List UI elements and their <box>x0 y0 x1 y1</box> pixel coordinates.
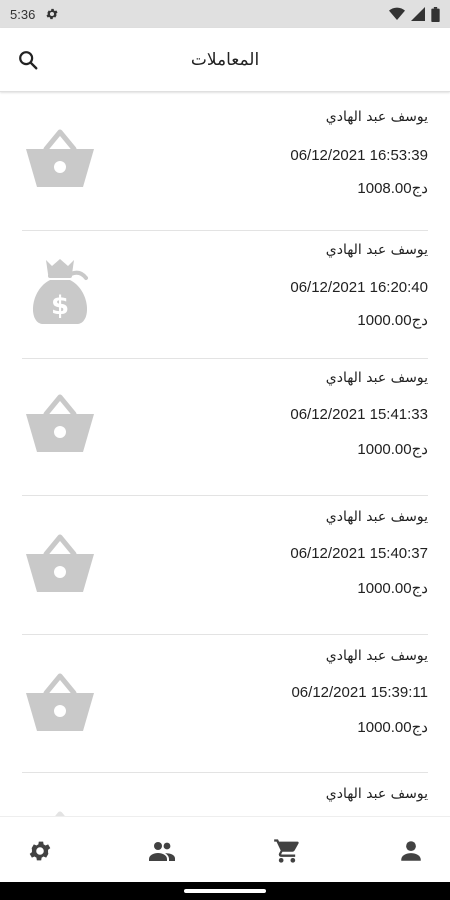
transaction-amount: 1000.00دج <box>357 719 428 736</box>
transaction-amount: 1000.00دج <box>357 441 428 458</box>
transaction-item[interactable]: يوسف عبد الهادي <box>0 772 450 816</box>
transaction-item[interactable]: يوسف عبد الهادي 06/12/2021 15:40:37 1000… <box>0 495 450 634</box>
basket-icon <box>26 129 94 187</box>
bottom-navigation <box>0 816 450 882</box>
money-bag-icon: $ <box>32 259 88 324</box>
page-title: المعاملات <box>190 50 260 70</box>
search-button[interactable] <box>14 46 42 74</box>
transaction-item[interactable]: يوسف عبد الهادي 06/12/2021 15:39:11 1000… <box>0 634 450 772</box>
transaction-item[interactable]: يوسف عبد الهادي 06/12/2021 16:53:39 1008… <box>0 93 450 230</box>
transaction-name: يوسف عبد الهادي <box>325 370 428 386</box>
person-icon <box>401 841 421 861</box>
search-icon <box>19 51 38 70</box>
transaction-item[interactable]: يوسف عبد الهادي 06/12/2021 16:20:40 1000… <box>0 230 450 358</box>
transaction-amount: 1000.00دج <box>357 312 428 329</box>
transaction-amount: 1008.00دج <box>357 180 428 197</box>
svg-text:$: $ <box>51 291 69 321</box>
nav-profile-button[interactable] <box>397 837 425 865</box>
transaction-datetime: 06/12/2021 16:53:39 <box>290 147 428 164</box>
system-navigation-bar <box>0 882 450 900</box>
transaction-datetime: 06/12/2021 15:41:33 <box>290 406 428 423</box>
home-handle[interactable] <box>184 889 266 893</box>
app-bar: المعاملات <box>0 28 450 92</box>
basket-icon <box>26 534 94 592</box>
status-icons <box>389 6 440 22</box>
nav-people-button[interactable] <box>148 837 176 865</box>
transaction-name: يوسف عبد الهادي <box>325 242 428 258</box>
transaction-name: يوسف عبد الهادي <box>325 648 428 664</box>
transaction-amount: 1000.00دج <box>357 580 428 597</box>
transaction-name: يوسف عبد الهادي <box>325 509 428 525</box>
settings-icon <box>29 841 51 861</box>
signal-icon <box>411 7 425 21</box>
basket-icon <box>26 673 94 731</box>
basket-icon <box>55 811 65 816</box>
status-bar: 5:36 <box>0 0 450 28</box>
transaction-datetime: 06/12/2021 15:39:11 <box>291 684 428 701</box>
transactions-list[interactable]: يوسف عبد الهادي 06/12/2021 16:53:39 1008… <box>0 93 450 816</box>
wifi-icon <box>389 7 405 20</box>
transaction-datetime: 06/12/2021 16:20:40 <box>290 279 428 296</box>
transaction-datetime: 06/12/2021 15:40:37 <box>290 545 428 562</box>
transaction-name: يوسف عبد الهادي <box>325 109 428 125</box>
status-time: 5:36 <box>10 6 36 22</box>
transaction-item[interactable]: يوسف عبد الهادي 06/12/2021 15:41:33 1000… <box>0 358 450 495</box>
cart-icon <box>274 839 299 863</box>
people-icon <box>149 842 175 861</box>
nav-settings-button[interactable] <box>26 837 54 865</box>
basket-icon <box>26 394 94 452</box>
battery-icon <box>431 6 440 22</box>
transaction-name: يوسف عبد الهادي <box>325 786 428 802</box>
nav-cart-button[interactable] <box>273 837 301 865</box>
gear-icon <box>46 8 58 20</box>
